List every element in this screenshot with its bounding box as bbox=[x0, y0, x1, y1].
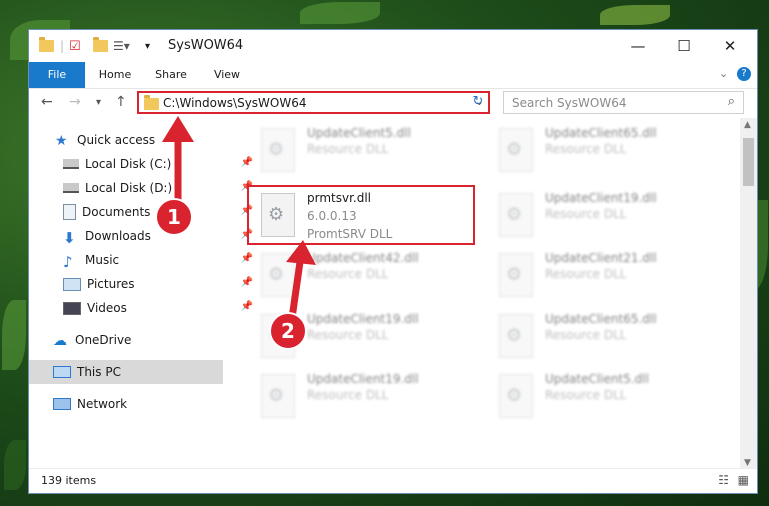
arrow-step-2 bbox=[286, 240, 316, 322]
annotation-arrows bbox=[162, 116, 316, 322]
step-2-badge: 2 bbox=[269, 312, 307, 350]
arrow-step-1 bbox=[162, 116, 194, 210]
step-1-badge: 1 bbox=[155, 198, 193, 236]
